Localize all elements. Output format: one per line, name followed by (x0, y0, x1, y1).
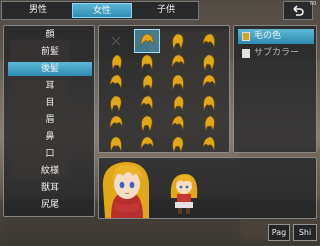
part-item-beast-ears[interactable]: 獣耳 (8, 181, 92, 195)
part-item-back-hair[interactable]: 後髪 (8, 62, 92, 76)
hair-style-icon (141, 115, 153, 132)
back-button[interactable] (283, 1, 313, 20)
none-icon (111, 36, 121, 46)
fps-counter: 60 (310, 1, 317, 7)
hair-style-icon (110, 136, 122, 152)
page-button[interactable]: Pag (268, 224, 290, 241)
hair-style-icon (140, 136, 154, 149)
color-option-hair[interactable]: 毛の色 (238, 29, 314, 44)
hair-style-icon (204, 115, 215, 132)
part-item-ears[interactable]: 耳 (8, 79, 92, 93)
color-option-label: 毛の色 (254, 31, 282, 41)
hair-option[interactable] (103, 132, 129, 156)
color-option-panel: 毛の色 サブカラー (233, 25, 317, 153)
hair-style-icon (172, 136, 184, 153)
tab-child[interactable]: 子供 (136, 3, 196, 18)
color-option-label: サブカラー (254, 48, 300, 58)
hair-style-icon (202, 33, 215, 49)
hair-style-icon (172, 33, 184, 50)
hair-style-icon (109, 74, 122, 90)
part-item-eyes[interactable]: 目 (8, 96, 92, 110)
hair-style-icon (173, 95, 184, 111)
hair-style-icon (171, 115, 184, 131)
hair-option[interactable] (196, 132, 222, 156)
hair-style-icon (110, 95, 122, 112)
return-arrow-icon (293, 4, 304, 16)
shift-button[interactable]: Shi (293, 224, 317, 241)
hair-style-icon (140, 33, 154, 47)
color-option-sub[interactable]: サブカラー (238, 46, 314, 61)
part-item-front-hair[interactable]: 前髪 (8, 45, 92, 59)
sub-color-swatch (242, 49, 250, 58)
hair-style-icon (141, 54, 153, 70)
hair-option[interactable] (165, 132, 191, 156)
part-item-mouth[interactable]: 口 (8, 147, 92, 161)
portrait-face (102, 162, 149, 218)
tab-female[interactable]: 女性 (72, 3, 132, 18)
hair-style-icon (111, 54, 122, 70)
hair-option[interactable] (134, 132, 160, 156)
part-item-face[interactable]: 顔 (8, 28, 92, 42)
tab-male[interactable]: 男性 (8, 3, 68, 18)
hair-style-icon (203, 54, 215, 71)
hair-style-icon (109, 115, 123, 129)
character-portrait (102, 162, 198, 218)
hair-style-icon (140, 95, 153, 110)
hair-style-icon (202, 136, 215, 151)
part-item-tail[interactable]: 尻尾 (8, 198, 92, 212)
hair-style-icon (172, 74, 184, 91)
hair-style-icon (203, 95, 215, 111)
part-item-nose[interactable]: 鼻 (8, 130, 92, 144)
hair-color-swatch (242, 32, 250, 41)
gender-tab-bar: 男性 女性 子供 (1, 1, 199, 20)
part-item-markings[interactable]: 紋様 (8, 164, 92, 178)
part-item-eyebrows[interactable]: 眉 (8, 113, 92, 127)
hair-style-icon (142, 74, 153, 91)
hair-style-icon (171, 54, 185, 67)
chibi-sprite (170, 174, 198, 214)
character-preview (98, 157, 317, 219)
hair-style-grid (98, 25, 230, 153)
part-category-list: 顔 前髪 後髪 耳 目 眉 鼻 口 紋様 獣耳 尻尾 (3, 25, 95, 217)
hair-style-icon (202, 74, 216, 88)
